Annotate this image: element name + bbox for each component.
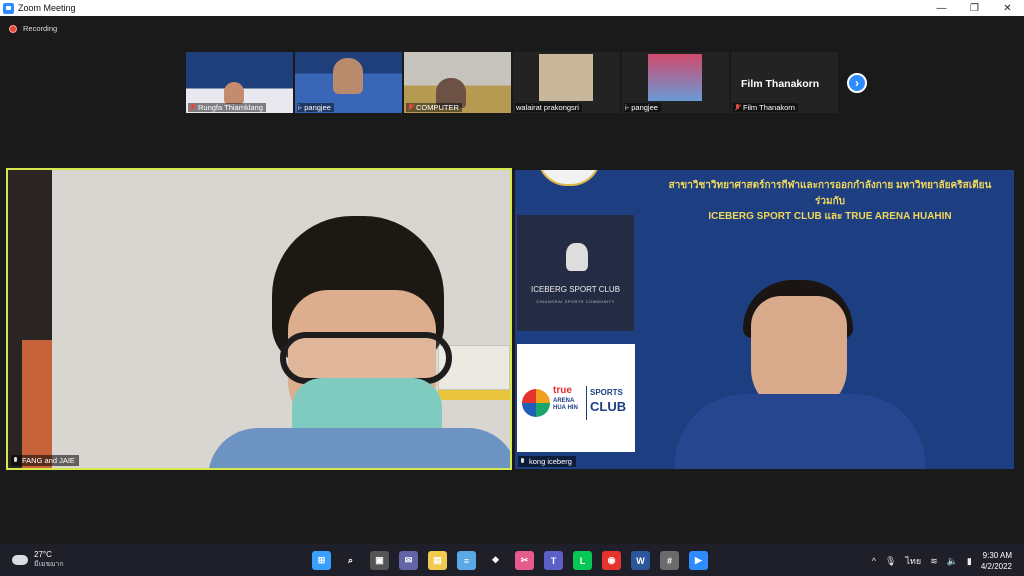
participant-name-tag: walairat prakongsri: [515, 103, 582, 112]
participant-shirt: [208, 428, 510, 468]
close-button[interactable]: ✕: [991, 0, 1024, 16]
huahin-text: HUA HIN: [553, 405, 578, 411]
calculator-icon[interactable]: #: [660, 551, 679, 570]
search-icon[interactable]: ⌕: [341, 551, 360, 570]
participant-profile-photo: [648, 54, 702, 101]
participant-thumbnail[interactable]: COMPUTER: [404, 52, 511, 113]
language-indicator[interactable]: ไทย: [905, 554, 921, 568]
participant-profile-photo: [539, 54, 593, 101]
zoom-app-icon: [3, 2, 14, 14]
file-explorer-icon[interactable]: ▤: [428, 551, 447, 570]
snipping-tool-icon[interactable]: ✂: [515, 551, 534, 570]
wifi-icon[interactable]: ≋: [930, 556, 938, 567]
task-view-icon[interactable]: ▣: [370, 551, 389, 570]
participant-name: kong iceberg: [529, 457, 572, 466]
true-brand-text: true: [553, 385, 572, 396]
participant-name: walairat prakongsri: [516, 103, 579, 112]
weather-description: มีเมฆมาก: [34, 561, 64, 568]
participant-video: [22, 340, 52, 468]
participant-name-tag: Film Thanakorn: [733, 103, 798, 112]
participant-display-name: Film Thanakorn: [741, 78, 820, 90]
participant-thumbnail[interactable]: Rungfa Thiamklang: [186, 52, 293, 113]
next-page-button[interactable]: ›: [847, 73, 867, 93]
iceberg-sport-club-logo: ICEBERG SPORT CLUB CHIANGRAI SPORTS COMM…: [517, 215, 634, 331]
participant-name-tag: kong iceberg: [518, 456, 576, 467]
windows-taskbar: 27°C มีเมฆมาก ⊞ ⌕ ▣ ✉ ▤ ≡ ❖ ✂ T L ◉ W # ▶ ^ 🎙 ไทย ≋ 🔈…: [0, 544, 1024, 576]
true-arena-logo: true ARENA HUA HIN SPORTS CLUB: [517, 344, 635, 452]
teams-icon[interactable]: T: [544, 551, 563, 570]
line-icon[interactable]: L: [573, 551, 592, 570]
windows-start-icon[interactable]: ⊞: [312, 551, 331, 570]
zoom-icon[interactable]: ▶: [689, 551, 708, 570]
clock[interactable]: 9:30 AM 4/2/2022: [981, 550, 1012, 572]
meeting-area: Recording Rungfa Thiamklang i- pangjee C…: [0, 16, 1024, 544]
banner-partners: ICEBERG SPORT CLUB และ TRUE ARENA HUAHIN: [708, 211, 952, 222]
cloud-icon: [12, 555, 28, 565]
dropbox-icon[interactable]: ❖: [486, 551, 505, 570]
participant-name: FANG and JAIE: [22, 456, 75, 465]
iceberg-brand-text: ICEBERG SPORT CLUB: [530, 285, 621, 294]
club-text: CLUB: [590, 399, 627, 414]
participant-tile[interactable]: สาขาวิชาวิทยาศาสตร์การกีฬาและการออกกำลัง…: [515, 170, 1014, 469]
notepad-icon[interactable]: ≡: [457, 551, 476, 570]
sports-text: SPORTS: [590, 388, 623, 397]
mic-icon: [13, 457, 19, 464]
weather-widget[interactable]: 27°C มีเมฆมาก: [12, 550, 64, 570]
participant-thumbnail[interactable]: i- pangjee: [295, 52, 402, 113]
recording-indicator[interactable]: Recording: [9, 24, 57, 33]
recording-label: Recording: [23, 24, 58, 33]
mic-muted-icon: [407, 104, 414, 111]
participant-thumbnail[interactable]: walairat prakongsri: [513, 52, 620, 113]
university-logo: [537, 170, 601, 186]
word-icon[interactable]: W: [631, 551, 650, 570]
participant-name: i- pangjee: [298, 103, 331, 112]
participant-name-tag: FANG and JAIE: [11, 455, 79, 466]
participant-name: Film Thanakorn: [743, 103, 795, 112]
participant-shirt: [675, 394, 925, 469]
participant-face: [333, 58, 363, 94]
participant-video: [224, 82, 244, 104]
true-arena-ring-icon: [522, 389, 550, 417]
banner-subtitle: ร่วมกับ: [815, 196, 845, 207]
participant-name-tag: Rungfa Thiamklang: [188, 103, 266, 112]
participant-name: COMPUTER: [416, 103, 459, 112]
microphone-icon[interactable]: 🎙: [885, 556, 896, 567]
teams-chat-icon[interactable]: ✉: [399, 551, 418, 570]
chrome-icon[interactable]: ◉: [602, 551, 621, 570]
chevron-up-icon[interactable]: ^: [872, 556, 876, 566]
wall-calendar: [438, 390, 510, 400]
taskbar-apps: ⊞ ⌕ ▣ ✉ ▤ ≡ ❖ ✂ T L ◉ W # ▶: [312, 551, 708, 570]
window-controls: — ❐ ✕: [925, 0, 1024, 16]
window-titlebar: Zoom Meeting — ❐ ✕: [0, 0, 1024, 16]
participant-name: Rungfa Thiamklang: [198, 103, 263, 112]
minimize-button[interactable]: —: [925, 0, 958, 16]
participant-thumbnail[interactable]: i- pangjee: [622, 52, 729, 113]
participant-name-tag: COMPUTER: [406, 103, 462, 112]
arena-text: ARENA: [553, 398, 575, 404]
participant-name-tag: i- pangjee: [297, 103, 334, 112]
system-tray: ^ 🎙 ไทย ≋ 🔈 ▮ 9:30 AM 4/2/2022: [872, 550, 1012, 572]
mic-muted-icon: [734, 104, 741, 111]
logo-divider: [586, 386, 587, 420]
weather-temperature: 27°C: [34, 550, 52, 559]
iceberg-sub-text: CHIANGRAI SPORTS COMMUNITY: [536, 299, 615, 304]
window-title: Zoom Meeting: [18, 3, 76, 13]
banner-title: สาขาวิชาวิทยาศาสตร์การกีฬาและการออกกำลัง…: [668, 180, 992, 191]
mic-icon: [520, 458, 526, 465]
bear-logo-icon: [566, 243, 588, 271]
battery-icon[interactable]: ▮: [967, 556, 972, 567]
restore-button[interactable]: ❐: [958, 0, 991, 16]
volume-icon[interactable]: 🔈: [947, 556, 958, 567]
clock-date: 4/2/2022: [980, 562, 1012, 571]
participant-name-tag: i- pangjee: [624, 103, 661, 112]
active-speaker-tile[interactable]: FANG and JAIE: [6, 168, 512, 470]
clock-time: 9:30 AM: [982, 551, 1012, 560]
mic-muted-icon: [189, 104, 196, 111]
recording-dot-icon: [9, 24, 17, 33]
participant-name: i- pangjee: [625, 103, 658, 112]
eyeglasses: [280, 332, 452, 384]
